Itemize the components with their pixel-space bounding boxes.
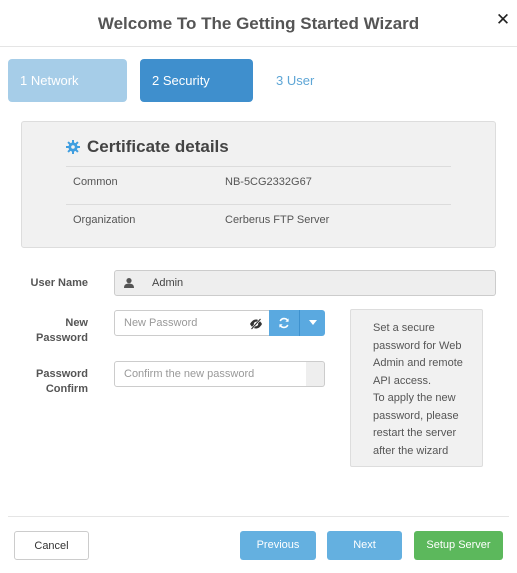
password-help-box: Set a secure password for Web Admin and … (350, 309, 483, 467)
close-icon[interactable]: ✕ (494, 10, 512, 30)
help-line: Admin and remote (373, 357, 463, 369)
toggle-visibility-button[interactable] (242, 310, 270, 336)
user-name-input[interactable]: Admin (143, 270, 496, 296)
step-user[interactable]: 3 User (264, 59, 364, 102)
generate-password-button[interactable] (269, 310, 299, 336)
footer-divider (8, 516, 509, 517)
new-password-input[interactable]: New Password (114, 310, 243, 336)
caret-down-icon (308, 320, 317, 325)
certificate-divider (66, 166, 451, 167)
setup-server-button[interactable]: Setup Server (414, 531, 503, 560)
help-line: Set a secure (373, 322, 435, 334)
certificate-key-common: Common (73, 176, 118, 188)
help-line: API access. (373, 374, 432, 387)
previous-button[interactable]: Previous (240, 531, 316, 560)
password-confirm-addon (306, 361, 325, 387)
next-button[interactable]: Next (327, 531, 402, 560)
password-confirm-label-line2: Confirm (45, 383, 88, 395)
certificate-key-organization: Organization (73, 214, 136, 226)
new-password-label-line2: Password (36, 332, 88, 344)
header-divider (0, 46, 517, 47)
step-security[interactable]: 2 Security (140, 59, 253, 102)
password-options-dropdown[interactable] (299, 310, 325, 336)
new-password-label: New Password (12, 316, 88, 346)
certificate-divider (66, 204, 451, 205)
new-password-label-line1: New (65, 317, 88, 329)
certificate-title: Certificate details (87, 137, 229, 156)
password-confirm-label-line1: Password (36, 368, 88, 380)
eye-slash-icon (249, 318, 262, 330)
help-line: To apply the new (373, 392, 456, 404)
help-line: password, please (373, 409, 459, 422)
password-confirm-placeholder: Confirm the new password (124, 368, 255, 380)
refresh-icon (279, 317, 289, 329)
help-line: after the wizard (373, 444, 449, 457)
certificate-value-common: NB-5CG2332G67 (225, 176, 312, 188)
new-password-placeholder: New Password (124, 317, 198, 329)
wizard-title: Welcome To The Getting Started Wizard (97, 14, 420, 33)
certificate-value-organization: Cerberus FTP Server (225, 214, 330, 226)
cancel-button[interactable]: Cancel (14, 531, 89, 560)
password-confirm-input[interactable]: Confirm the new password (114, 361, 307, 387)
password-confirm-label: Password Confirm (12, 367, 88, 397)
step-network[interactable]: 1 Network (8, 59, 127, 102)
user-icon (114, 270, 144, 296)
help-line: restart the server (373, 427, 457, 439)
help-line: password for Web (373, 339, 462, 352)
gear-icon (66, 140, 80, 154)
user-name-label: User Name (30, 277, 88, 289)
